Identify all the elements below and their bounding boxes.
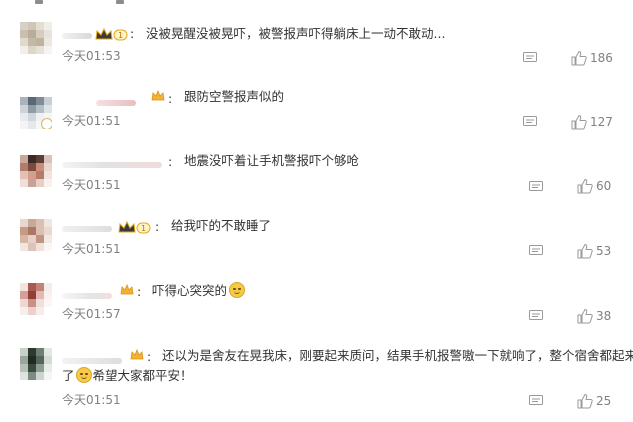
comment-bubble-icon[interactable] <box>529 245 543 257</box>
thumbs-up-icon[interactable] <box>577 308 593 324</box>
emoji-icon <box>229 282 246 298</box>
thumbs-up-icon[interactable] <box>577 178 593 194</box>
avatar[interactable] <box>20 283 52 315</box>
comment-bubble-icon[interactable] <box>529 181 543 193</box>
vip-crown-icon <box>120 284 134 295</box>
like-count: 38 <box>596 309 612 323</box>
comment-text: 给我吓的不敢睡了 <box>171 218 272 233</box>
cropped-previous-comment <box>0 0 633 6</box>
avatar[interactable] <box>20 219 52 251</box>
avatar[interactable] <box>20 97 52 129</box>
vip-crown-icon <box>130 349 144 360</box>
like-count: 25 <box>596 394 612 408</box>
colon-separator: : <box>168 154 173 169</box>
comment-time: 今天01:51 <box>62 114 121 128</box>
thumbs-up-icon[interactable] <box>571 114 587 130</box>
vip-crown-icon <box>151 90 165 101</box>
username-blurred[interactable] <box>62 293 112 299</box>
comment-time: 今天01:57 <box>62 307 121 321</box>
avatar[interactable] <box>20 348 52 380</box>
emoji-icon <box>75 367 92 383</box>
colon-separator: : <box>147 349 152 364</box>
comment-text: 地震没吓着让手机警报吓个够呛 <box>184 153 360 168</box>
username-blurred[interactable] <box>62 33 92 39</box>
vip-level: 1 <box>141 224 146 233</box>
colon-separator: : <box>137 284 142 299</box>
comment-text-line2: 了 希望大家都平安！ <box>62 366 193 386</box>
comment-text-content: 希望大家都平安！ <box>92 368 193 383</box>
comment-text: 跟防空警报声似的 <box>184 89 285 104</box>
comment-text-content: 吓得心突突的 <box>152 283 228 298</box>
comment-bubble-icon[interactable] <box>523 116 537 128</box>
like-count: 53 <box>596 244 612 258</box>
username-blurred[interactable] <box>96 100 136 106</box>
thumbs-up-icon[interactable] <box>571 50 587 66</box>
username-blurred[interactable] <box>62 358 122 364</box>
verified-badge-icon <box>41 118 52 129</box>
colon-separator: : <box>168 91 173 106</box>
like-count: 60 <box>596 179 612 193</box>
colon-separator: : <box>155 219 160 234</box>
comment-time: 今天01:51 <box>62 242 121 256</box>
username-blurred[interactable] <box>62 226 112 232</box>
thumbs-up-icon[interactable] <box>577 243 593 259</box>
like-count: 127 <box>590 115 613 129</box>
avatar[interactable] <box>20 155 52 187</box>
comment-time: 今天01:53 <box>62 49 121 63</box>
vip-level: 1 <box>118 31 123 40</box>
comment-time: 今天01:51 <box>62 178 121 192</box>
thumbs-up-icon[interactable] <box>577 393 593 409</box>
comment-text: 没被晃醒没被晃吓，被警报声吓得躺床上一动不敢动... <box>146 26 446 41</box>
comment-text: 还以为是舍友在晃我床，刚要起来质问，结果手机报警嗷一下就响了，整个宿舍都起来 <box>162 348 633 363</box>
like-count: 186 <box>590 51 613 65</box>
avatar[interactable] <box>20 22 52 54</box>
comment-bubble-icon[interactable] <box>529 310 543 322</box>
username-blurred[interactable] <box>62 162 162 168</box>
comment-text: 吓得心突突的 <box>152 281 246 301</box>
comment-bubble-icon[interactable] <box>529 395 543 407</box>
colon-separator: : <box>130 26 135 41</box>
comment-time: 今天01:51 <box>62 393 121 407</box>
vip-crown-badge-icon: 1 <box>118 220 151 234</box>
comment-bubble-icon[interactable] <box>523 52 537 64</box>
comment-text-prefix: 了 <box>62 368 75 383</box>
vip-crown-badge-icon: 1 <box>95 27 128 41</box>
